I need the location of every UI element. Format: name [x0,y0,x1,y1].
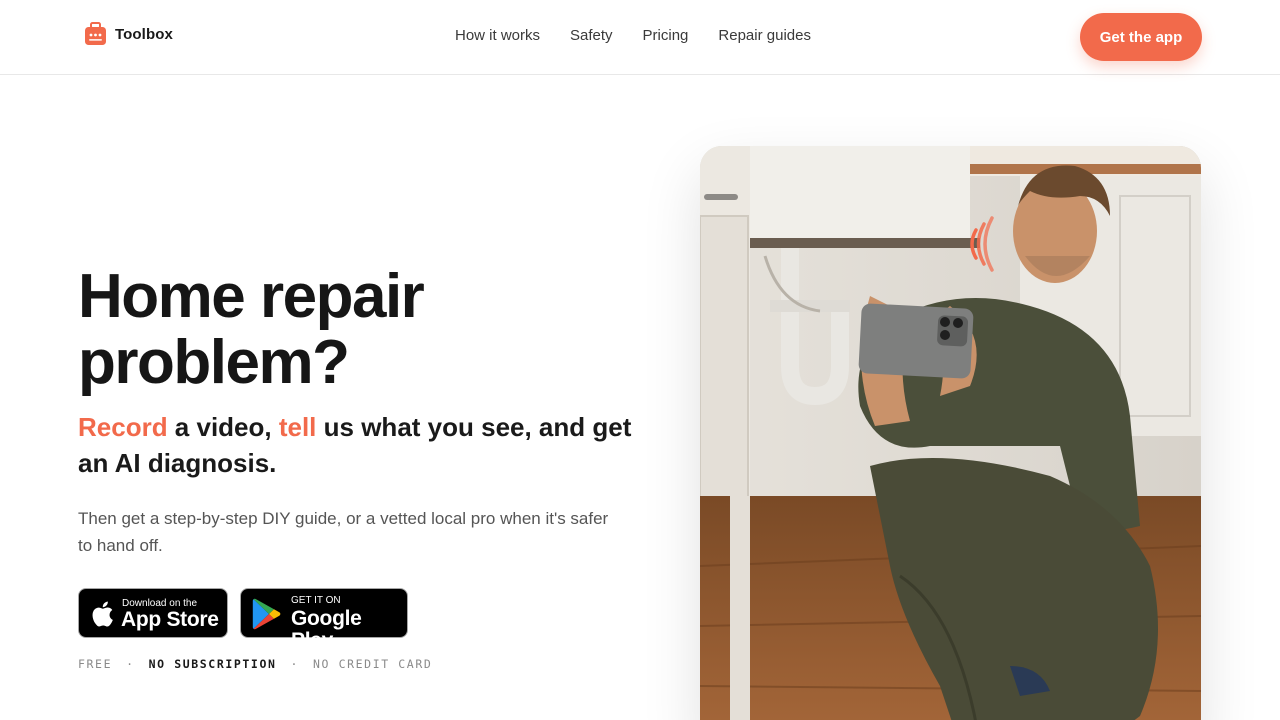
nav-safety[interactable]: Safety [570,26,613,46]
hero-subtitle: Record a video, tell us what you see, an… [78,409,638,481]
app-store-big-text: App Store [121,608,219,631]
nav-repair-guides[interactable]: Repair guides [718,26,811,46]
google-play-icon [252,598,282,635]
nav-how-it-works[interactable]: How it works [455,26,540,46]
hero-title: Home repair problem? [78,262,425,397]
brand-name: Toolbox [115,25,173,43]
hero-meta: FREE · NO SUBSCRIPTION · NO CREDIT CARD [78,657,432,671]
main-nav: How it works Safety Pricing Repair guide… [455,26,811,46]
subtitle-accent-tell: tell [278,412,317,442]
get-the-app-button[interactable]: Get the app [1080,13,1202,61]
meta-no-subscription: NO SUBSCRIPTION [148,657,277,671]
google-play-small-text: GET IT ON [291,595,341,606]
logo-link[interactable]: Toolbox [84,22,173,46]
meta-separator: · [126,657,135,671]
nav-pricing[interactable]: Pricing [643,26,689,46]
subtitle-accent-record: Record [78,412,168,442]
google-play-big-text: Google Play [291,607,362,652]
google-play-badge[interactable]: GET IT ON Google Play [240,588,408,652]
meta-no-credit-card: NO CREDIT CARD [313,657,433,671]
hero-photo [700,146,1201,720]
hero-description: Then get a step-by-step DIY guide, or a … [78,509,609,555]
apple-icon [90,600,114,633]
site-header: Toolbox How it works Safety Pricing Repa… [0,0,1280,75]
subtitle-text-1: a video, [167,412,279,442]
app-store-badge[interactable]: Download on the App Store [78,588,228,638]
toolbox-icon [84,22,107,46]
meta-free: FREE [78,657,113,671]
meta-separator: · [290,657,300,671]
